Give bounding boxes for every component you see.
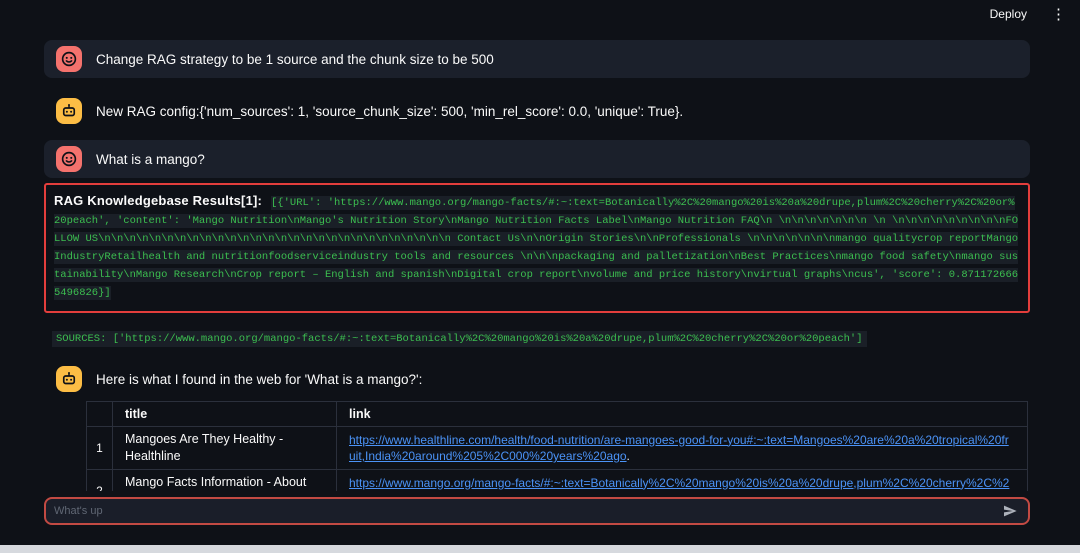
assistant-avatar	[56, 366, 82, 392]
table-header-row: title link	[87, 402, 1028, 427]
chat-message-user: Change RAG strategy to be 1 source and t…	[44, 40, 1030, 78]
message-text: New RAG config:{'num_sources': 1, 'sourc…	[96, 104, 683, 119]
overflow-menu-icon[interactable]: ⋮	[1047, 5, 1070, 24]
chat-input[interactable]	[54, 505, 1000, 517]
streamlit-app: Deploy ⋮ Change RAG strategy to be 1 sou…	[0, 0, 1080, 553]
sources-text: SOURCES: ['https://www.mango.org/mango-f…	[52, 331, 867, 347]
robot-icon	[60, 102, 78, 120]
link-suffix: .	[627, 449, 630, 463]
user-avatar	[56, 46, 82, 72]
index-column-header	[87, 402, 113, 427]
chat-message-assistant: New RAG config:{'num_sources': 1, 'sourc…	[44, 92, 1030, 130]
results-table-body: 1Mangoes Are They Healthy - Healthline ht…	[87, 427, 1028, 492]
app-header: Deploy ⋮	[0, 0, 1080, 28]
message-text: Here is what I found in the web for 'Wha…	[96, 372, 422, 387]
row-index: 1	[87, 427, 113, 470]
title-column-header: title	[113, 402, 337, 427]
user-avatar	[56, 146, 82, 172]
result-link-cell: https://www.mango.org/mango-facts/#:~:te…	[337, 470, 1028, 492]
link-column-header: link	[337, 402, 1028, 427]
chat-message-list[interactable]: Change RAG strategy to be 1 source and t…	[0, 28, 1080, 491]
message-text: Change RAG strategy to be 1 source and t…	[96, 52, 494, 67]
rag-results-box: RAG Knowledgebase Results[1]: [{'URL': '…	[44, 183, 1030, 313]
table-row: 1Mangoes Are They Healthy - Healthline ht…	[87, 427, 1028, 470]
assistant-avatar	[56, 98, 82, 124]
deploy-button[interactable]: Deploy	[984, 5, 1033, 23]
user-face-icon	[60, 50, 78, 68]
chat-input-bar	[44, 497, 1030, 525]
chat-message-assistant: Here is what I found in the web for 'Wha…	[44, 360, 1030, 398]
web-results-table: title link 1Mangoes Are They Healthy - H…	[86, 401, 1030, 491]
result-title: Mango Facts Information - About Mango Fr…	[113, 470, 337, 492]
robot-icon	[60, 370, 78, 388]
chat-message-user: What is a mango?	[44, 140, 1030, 178]
message-text: What is a mango?	[96, 152, 205, 167]
result-link-cell: https://www.healthline.com/health/food-n…	[337, 427, 1028, 470]
result-link[interactable]: https://www.healthline.com/health/food-n…	[349, 433, 1009, 464]
send-arrow-icon	[1002, 503, 1018, 519]
result-title: Mangoes Are They Healthy - Healthline	[113, 427, 337, 470]
table-row: 2Mango Facts Information - About Mango F…	[87, 470, 1028, 492]
rag-results-label: RAG Knowledgebase Results[1]:	[54, 193, 268, 208]
send-button[interactable]	[1000, 501, 1020, 521]
result-link[interactable]: https://www.mango.org/mango-facts/#:~:te…	[349, 476, 1009, 492]
bottom-strip	[0, 545, 1080, 553]
rag-results-content: [{'URL': 'https://www.mango.org/mango-fa…	[54, 196, 1018, 300]
sources-line: SOURCES: ['https://www.mango.org/mango-f…	[52, 332, 1030, 347]
user-face-icon	[60, 150, 78, 168]
row-index: 2	[87, 470, 113, 492]
